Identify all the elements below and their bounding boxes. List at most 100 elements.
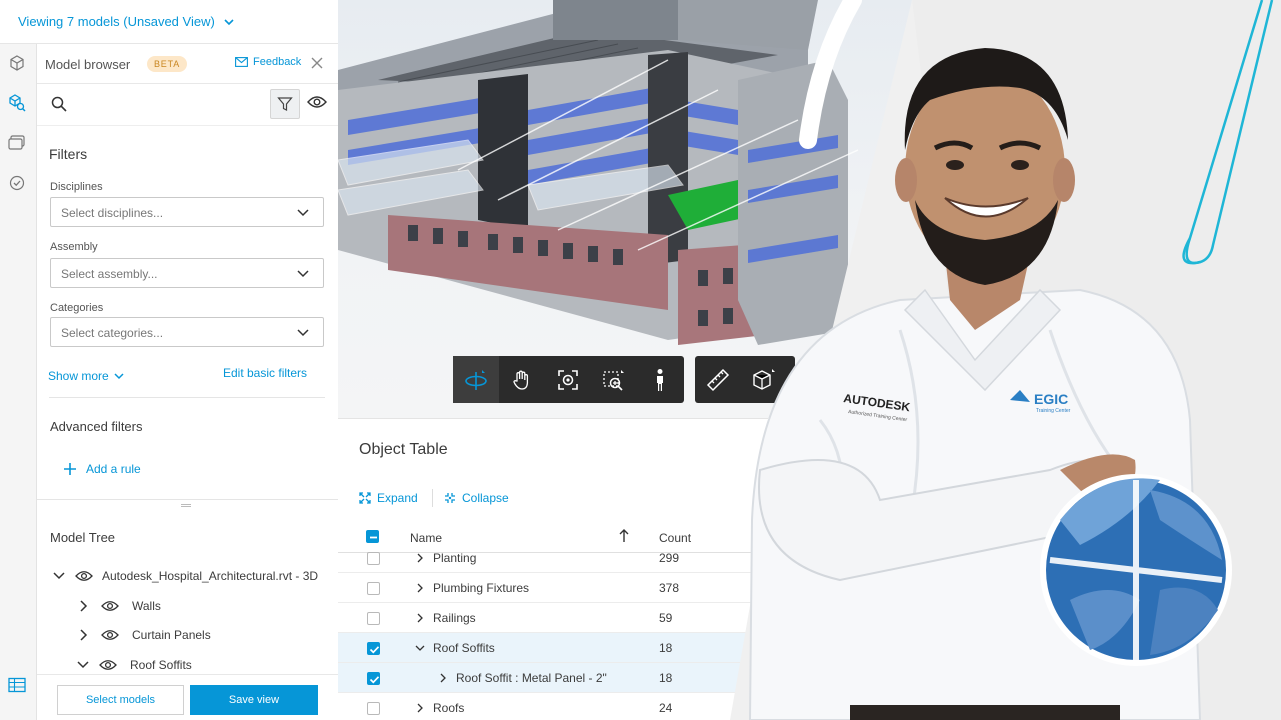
table-row[interactable]: Planting 299 [338, 545, 768, 573]
filter-button[interactable] [270, 89, 300, 119]
row-checkbox[interactable] [367, 702, 380, 715]
beta-badge: BETA [147, 56, 188, 72]
zoom-window-icon[interactable] [591, 356, 637, 403]
table-row[interactable]: Railings 59 [338, 603, 768, 633]
navigation-toolbar [453, 356, 684, 403]
plus-icon [64, 463, 76, 475]
row-name: Roof Soffits [433, 641, 495, 655]
chevron-down-icon [297, 209, 309, 217]
resize-handle[interactable] [181, 504, 191, 507]
row-count: 18 [659, 641, 673, 655]
visibility-eye-icon[interactable] [307, 95, 327, 109]
tree-item-curtain-panels[interactable]: Curtain Panels [80, 624, 211, 646]
globe-logo [1040, 474, 1232, 666]
pan-icon[interactable] [499, 356, 545, 403]
expand-icon [359, 492, 371, 504]
measure-icon[interactable] [695, 356, 741, 403]
row-name: Planting [433, 551, 477, 565]
row-count: 59 [659, 611, 673, 625]
column-header-count[interactable]: Count [659, 531, 691, 545]
resize-divider[interactable] [37, 499, 338, 500]
panel-title: Model browser [45, 57, 131, 72]
categories-label: Categories [50, 302, 104, 314]
chevron-right-icon[interactable] [417, 703, 423, 713]
visibility-eye-icon[interactable] [101, 629, 119, 641]
add-rule-label: Add a rule [86, 462, 141, 476]
issues-check-icon[interactable] [6, 172, 28, 194]
visibility-eye-icon[interactable] [75, 570, 93, 582]
views-icon[interactable] [6, 132, 28, 154]
assembly-select[interactable]: Select assembly... [50, 258, 324, 288]
chevron-right-icon[interactable] [80, 629, 88, 641]
divider [432, 489, 433, 507]
fit-to-view-icon[interactable] [545, 356, 591, 403]
chevron-down-icon[interactable] [77, 661, 89, 669]
chevron-right-icon[interactable] [417, 613, 423, 623]
close-icon[interactable] [310, 56, 324, 70]
filters-heading: Filters [49, 146, 88, 162]
row-checkbox[interactable] [367, 582, 380, 595]
table-row[interactable]: Roof Soffit : Metal Panel - 2" 18 [338, 663, 768, 693]
first-person-icon[interactable] [637, 356, 683, 403]
chevron-right-icon[interactable] [440, 673, 446, 683]
save-view-button[interactable]: Save view [190, 685, 318, 715]
table-icon[interactable] [6, 674, 28, 696]
row-checkbox[interactable] [367, 612, 380, 625]
object-table-title: Object Table [359, 441, 448, 458]
table-row[interactable]: Roofs 24 [338, 693, 768, 720]
edit-basic-filters-link[interactable]: Edit basic filters [223, 366, 307, 380]
row-count: 378 [659, 581, 680, 595]
categories-placeholder: Select categories... [61, 326, 164, 340]
visibility-eye-icon[interactable] [99, 659, 117, 671]
left-icon-rail [0, 44, 37, 720]
chevron-down-icon[interactable] [53, 572, 65, 580]
object-table-panel: Object Table Expand Collapse Name Count … [338, 418, 768, 720]
chevron-down-icon [297, 329, 309, 337]
table-row[interactable]: Roof Soffits 18 [338, 633, 768, 663]
disciplines-label: Disciplines [50, 181, 103, 193]
row-checkbox[interactable] [367, 672, 380, 685]
row-checkbox[interactable] [367, 642, 380, 655]
expand-button[interactable]: Expand [359, 491, 418, 505]
panel-footer: Select models Save view [37, 674, 338, 720]
view-selector[interactable]: Viewing 7 models (Unsaved View) [0, 0, 338, 44]
tree-item-walls[interactable]: Walls [80, 595, 161, 617]
chevron-right-icon[interactable] [417, 553, 423, 563]
tree-item-roof-soffits[interactable]: Roof Soffits [77, 654, 192, 676]
model-browser-icon[interactable] [6, 92, 28, 114]
feedback-link[interactable]: Feedback [235, 56, 301, 68]
tree-item-label: Curtain Panels [132, 628, 211, 642]
disciplines-select[interactable]: Select disciplines... [50, 197, 324, 227]
tree-item-root[interactable]: Autodesk_Hospital_Architectural.rvt - 3D [53, 565, 318, 587]
table-row[interactable]: Plumbing Fixtures 378 [338, 573, 768, 603]
chevron-down-icon [297, 270, 309, 278]
collapse-button[interactable]: Collapse [444, 491, 509, 505]
chevron-down-icon[interactable] [223, 16, 235, 28]
advanced-filters-heading: Advanced filters [50, 419, 143, 434]
mail-icon [235, 57, 248, 67]
select-models-button[interactable]: Select models [57, 685, 184, 715]
row-count: 24 [659, 701, 673, 715]
select-all-checkbox[interactable] [366, 530, 379, 543]
column-header-name[interactable]: Name [410, 531, 442, 545]
row-count: 18 [659, 671, 673, 685]
chevron-right-icon[interactable] [417, 583, 423, 593]
section-box-icon[interactable] [741, 356, 787, 403]
visibility-eye-icon[interactable] [101, 600, 119, 612]
divider [49, 397, 325, 398]
categories-select[interactable]: Select categories... [50, 317, 324, 347]
row-checkbox[interactable] [367, 552, 380, 565]
chevron-down-icon[interactable] [415, 645, 425, 651]
chevron-right-icon[interactable] [80, 600, 88, 612]
assembly-placeholder: Select assembly... [61, 267, 158, 281]
row-count: 299 [659, 551, 680, 565]
search-icon[interactable] [51, 96, 67, 112]
orbit-icon[interactable] [453, 356, 499, 403]
models-cube-icon[interactable] [6, 52, 28, 74]
viewing-models-label[interactable]: Viewing 7 models (Unsaved View) [18, 14, 215, 29]
sort-arrow-up-icon[interactable] [619, 529, 629, 543]
show-more-link[interactable]: Show more [48, 369, 124, 383]
tree-item-label: Walls [132, 599, 161, 613]
row-name: Plumbing Fixtures [433, 581, 530, 595]
add-rule-button[interactable]: Add a rule [64, 462, 141, 476]
